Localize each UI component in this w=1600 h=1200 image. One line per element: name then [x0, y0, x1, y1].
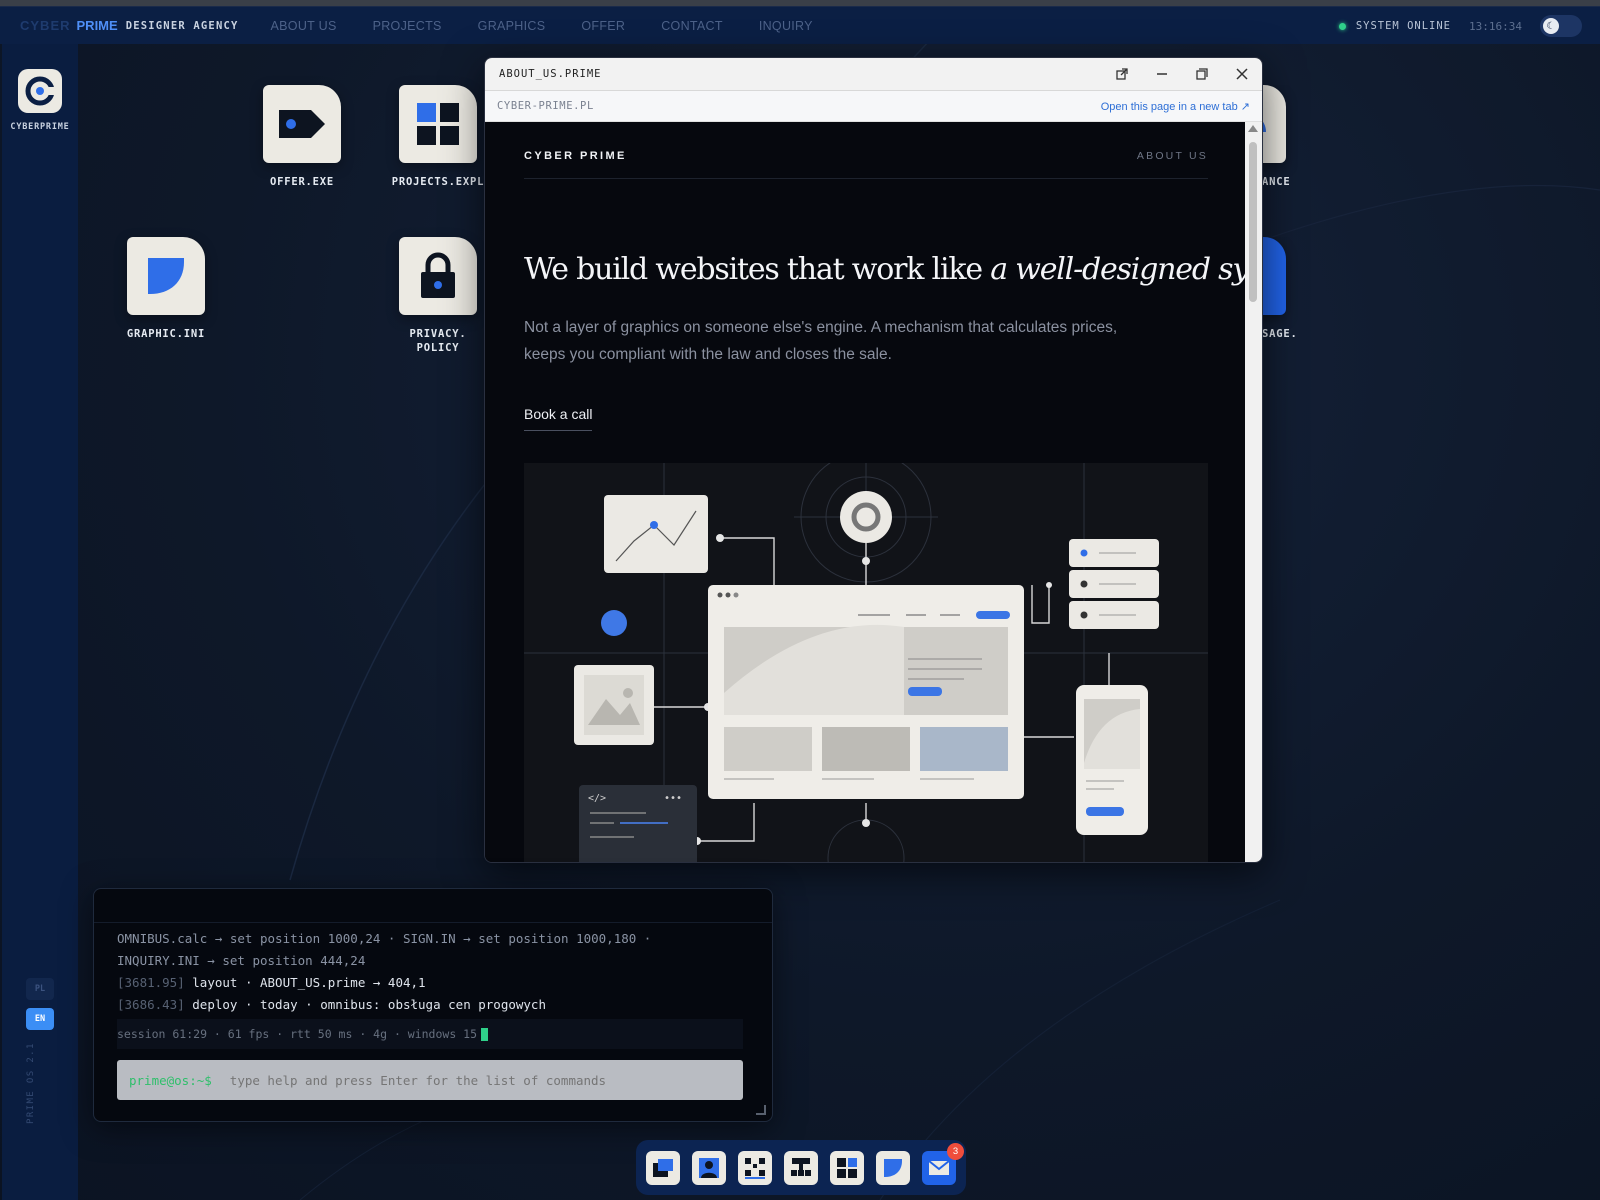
- logo-label: CYBERPRIME: [10, 122, 70, 132]
- terminal-line-text: deploy · today · omnibus: obsługa cen pr…: [192, 997, 546, 1012]
- hero-title-plain: We build websites that work like: [524, 252, 991, 287]
- terminal-input-bar[interactable]: prime@os:~$: [117, 1060, 743, 1100]
- open-external-icon[interactable]: [1102, 58, 1142, 91]
- page-nav-about-us[interactable]: ABOUT US: [1137, 150, 1208, 162]
- os-version: PRIME OS 2.1: [26, 1042, 36, 1124]
- svg-text:•••: •••: [664, 793, 682, 804]
- nav-graphics[interactable]: GRAPHICS: [478, 19, 546, 33]
- sidebar: CYBERPRIME PL EN PRIME OS 2.1: [2, 44, 78, 1200]
- svg-text:</>: </>: [588, 793, 606, 804]
- theme-toggle[interactable]: ☾: [1540, 15, 1582, 37]
- desktop-icon-label: OFFER.EXE: [269, 176, 335, 188]
- open-in-new-tab-link[interactable]: Open this page in a new tab ↗: [1101, 100, 1250, 113]
- window-title: ABOUT_US.PRIME: [499, 68, 602, 80]
- cursor-icon: [481, 1027, 489, 1041]
- desktop-icon-privacy[interactable]: PRIVACY. POLICY: [378, 237, 498, 355]
- desktop-icon-projects[interactable]: PROJECTS.EXPL: [378, 85, 498, 189]
- desktop-icon-label: PROJECTS.EXPL: [391, 176, 485, 188]
- restore-icon[interactable]: [1182, 58, 1222, 91]
- nav-contact[interactable]: CONTACT: [661, 19, 723, 33]
- url-bar: CYBER-PRIME.PL Open this page in a new t…: [485, 91, 1262, 122]
- minimize-icon[interactable]: [1142, 58, 1182, 91]
- hero-subtitle: Not a layer of graphics on someone else'…: [524, 319, 1118, 363]
- nav-inquiry[interactable]: INQUIRY: [759, 19, 813, 33]
- book-call-link[interactable]: Book a call: [524, 406, 593, 431]
- system-status: SYSTEM ONLINE 13:16:34 ☾: [1338, 7, 1582, 45]
- url-text: CYBER-PRIME.PL: [497, 100, 594, 112]
- moon-icon: ☾: [1543, 18, 1559, 34]
- lang-pl-button[interactable]: PL: [26, 978, 54, 1000]
- desktop-icon-label: GRAPHIC.INI: [126, 328, 206, 340]
- brand-prime: PRIME: [76, 18, 118, 33]
- dock-grid-icon[interactable]: [830, 1150, 864, 1185]
- terminal-window[interactable]: OMNIBUS.calc → set position 1000,24 · SI…: [93, 888, 773, 1122]
- dock: 3: [636, 1140, 966, 1195]
- terminal-line-text: OMNIBUS.calc → set position 1000,24 · SI…: [117, 931, 652, 946]
- page-content: CYBER PRIME ABOUT US We build websites t…: [485, 122, 1247, 862]
- scroll-up-icon[interactable]: [1248, 125, 1258, 132]
- terminal-status-line: session 61:29 · 61 fps · rtt 50 ms · 4g …: [117, 1019, 743, 1049]
- page-brand[interactable]: CYBER PRIME: [524, 150, 627, 162]
- page-scrollbar[interactable]: [1245, 122, 1262, 862]
- cyberprime-logo-icon[interactable]: [18, 69, 62, 113]
- tag-icon: [263, 85, 341, 163]
- grid-icon: [399, 85, 477, 163]
- hero-title: We build websites that work like a well-…: [524, 252, 1247, 287]
- dock-windows-icon[interactable]: [646, 1150, 680, 1185]
- desktop-icon-graphic[interactable]: GRAPHIC.INI: [106, 237, 226, 341]
- resize-handle-icon[interactable]: [756, 1105, 766, 1115]
- hero-title-italic: a well-designed system.: [990, 252, 1247, 287]
- nav-about-us[interactable]: ABOUT US: [271, 19, 337, 33]
- system-illustration: </> •••: [524, 463, 1208, 862]
- terminal-input[interactable]: [229, 1072, 730, 1088]
- terminal-line-text: layout · ABOUT_US.prime → 404,1: [192, 975, 426, 990]
- page-header: CYBER PRIME ABOUT US: [524, 150, 1208, 179]
- terminal-timestamp: [3686.43]: [117, 997, 185, 1012]
- status-text: SYSTEM ONLINE: [1355, 20, 1452, 32]
- terminal-status-text: session 61:29 · 61 fps · rtt 50 ms · 4g …: [117, 1027, 478, 1041]
- terminal-line: [3686.43] deploy · today · omnibus: obsł…: [117, 997, 546, 1012]
- desktop-icon-label: PRIVACY. POLICY: [409, 328, 467, 354]
- terminal-timestamp: [3681.95]: [117, 975, 185, 990]
- dock-qr-icon[interactable]: [738, 1150, 772, 1185]
- close-icon[interactable]: [1222, 58, 1262, 91]
- main-nav: ABOUT US PROJECTS GRAPHICS OFFER CONTACT…: [253, 19, 831, 33]
- nav-projects[interactable]: PROJECTS: [373, 19, 442, 33]
- terminal-titlebar[interactable]: [94, 889, 772, 923]
- dock-mail-icon[interactable]: 3: [922, 1142, 964, 1185]
- terminal-line: INQUIRY.INI → set position 444,24: [117, 953, 365, 968]
- dock-sitemap-icon[interactable]: [784, 1150, 818, 1185]
- brand[interactable]: CYBER PRIME DESIGNER AGENCY: [20, 18, 239, 33]
- nav-offer[interactable]: OFFER: [581, 19, 625, 33]
- terminal-prompt: prime@os:~$: [129, 1072, 212, 1088]
- lang-en-button[interactable]: EN: [26, 1008, 54, 1030]
- terminal-line: [3681.95] layout · ABOUT_US.prime → 404,…: [117, 975, 426, 990]
- dock-leaf-icon[interactable]: [876, 1150, 910, 1185]
- window-titlebar[interactable]: ABOUT_US.PRIME: [485, 58, 1262, 91]
- about-us-window[interactable]: ABOUT_US.PRIME CYBER-PRIME.PL Open this …: [484, 57, 1263, 863]
- status-dot-icon: [1338, 22, 1346, 30]
- top-menu-bar: CYBER PRIME DESIGNER AGENCY ABOUT US PRO…: [0, 6, 1600, 44]
- leaf-icon: [127, 237, 205, 315]
- terminal-line-text: INQUIRY.INI → set position 444,24: [117, 953, 366, 968]
- mail-badge: 3: [947, 1142, 964, 1160]
- desktop-icon-offer[interactable]: OFFER.EXE: [242, 85, 362, 189]
- clock: 13:16:34: [1469, 19, 1522, 33]
- brand-agency: DESIGNER AGENCY: [125, 19, 239, 32]
- brand-cyber: CYBER: [20, 18, 71, 33]
- lock-icon: [399, 237, 477, 315]
- terminal-line: OMNIBUS.calc → set position 1000,24 · SI…: [117, 931, 651, 946]
- dock-user-icon[interactable]: [692, 1150, 726, 1185]
- scroll-thumb[interactable]: [1249, 142, 1257, 302]
